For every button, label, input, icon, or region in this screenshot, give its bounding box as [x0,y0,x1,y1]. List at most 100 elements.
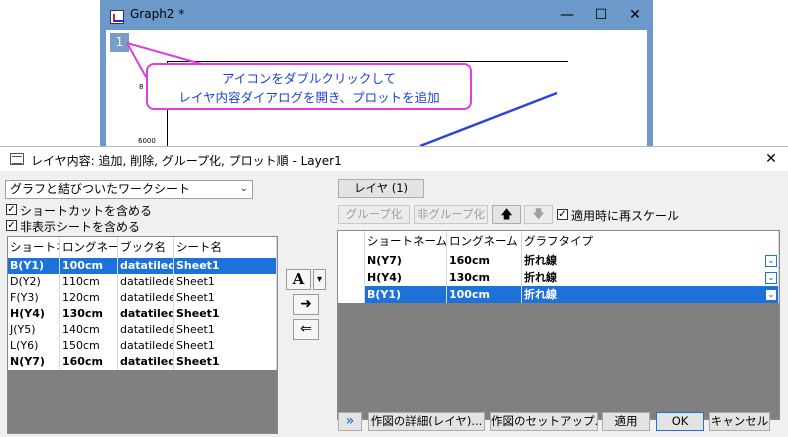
cell-short: H(Y4) [365,269,447,286]
cell-long: 130cm [447,269,522,286]
cell-sheet: Sheet1 [174,258,277,274]
table-row[interactable]: B(Y1) 100cm datatiled Sheet1 [8,258,277,274]
move-down-button[interactable]: 🡇 [524,205,553,224]
cell-sheet: Sheet1 [174,338,277,354]
callout: アイコンをダブルクリックして レイヤ内容ダイアログを開き、プロットを追加 [146,63,472,110]
cell-book: datatilede [120,338,174,354]
plot-setup-button[interactable]: 作図のセットアップ... [490,412,598,431]
group-button[interactable]: グループ化 [338,205,410,224]
cell-sheet: Sheet1 [174,354,277,370]
table-row[interactable]: N(Y7) 160cm datatiled Sheet1 [8,354,277,370]
layer-tab[interactable]: レイヤ (1) [338,179,424,198]
chevron-down-icon: ⌄ [239,183,248,194]
cell-short: B(Y1) [8,258,60,274]
graph-type-dropdown-icon[interactable]: ⌄ [765,272,777,284]
cell-long: 130cm [60,306,118,322]
cell-short: N(Y7) [8,354,60,370]
table-row[interactable]: J(Y5) 140cm datatilede Sheet1 [8,322,277,338]
graph-type-dropdown-icon[interactable]: ⌄ [765,289,777,301]
cell-book: datatiled [120,258,174,274]
callout-pointer [126,42,206,66]
cell-long: 140cm [60,322,118,338]
include-hidden-label: 非表示シートを含める [20,220,141,234]
cancel-button[interactable]: キャンセル [709,412,770,431]
cell-short: D(Y2) [8,274,60,290]
cell-sheet: Sheet1 [174,290,277,306]
column-header-row-index [338,231,365,252]
plot-type-dropdown-button[interactable]: ▾ [313,269,326,290]
available-datasets-table: ショートネ ロングネーム ブック名 シート名 B(Y1) 100cm datat… [7,236,278,434]
cell-book: datatiled [120,306,174,322]
callout-line-1: アイコンをダブルクリックして [221,71,396,86]
dialog-title: レイヤ内容: 追加, 削除, グループ化, プロット順 - Layer1 [31,154,342,168]
include-shortcuts-label: ショートカットを含める [20,204,153,218]
apply-button[interactable]: 適用 [602,412,650,431]
cell-book: datatilede [120,274,174,290]
down-arrow-icon: 🡇 [532,207,545,221]
remove-plot-button[interactable]: ⇐ [293,319,319,340]
column-header-long-name[interactable]: ロングネーム [60,237,118,258]
dialog-title-bar[interactable]: レイヤ内容: 追加, 削除, グループ化, プロット順 - Layer1 ✕ [0,147,788,171]
cell-short: N(Y7) [365,252,447,269]
table-row[interactable]: H(Y4) 130cm datatiled Sheet1 [8,306,277,322]
cell-short: H(Y4) [8,306,60,322]
row-index-cell [338,286,365,303]
layer-contents-dialog: レイヤ内容: 追加, 削除, グループ化, プロット順 - Layer1 ✕ グ… [0,146,788,437]
rescale-on-apply-checkbox[interactable]: ✓ [557,209,568,220]
column-header-short-name[interactable]: ショートネ [8,237,60,258]
plot-type-button[interactable]: A [286,269,311,290]
callout-line-2: レイヤ内容ダイアログを開き、プロットを追加 [178,90,440,105]
include-hidden-checkbox[interactable]: ✓ [6,220,17,231]
cell-book: datatiled [120,354,174,370]
column-header-long-name[interactable]: ロングネーム [447,231,522,252]
up-arrow-icon: 🡅 [500,207,513,221]
move-up-button[interactable]: 🡅 [492,205,521,224]
cell-sheet: Sheet1 [174,322,277,338]
table-row[interactable]: H(Y4) 130cm 折れ線 ⌄ [338,269,779,286]
cell-long: 150cm [60,338,118,354]
table-row[interactable]: D(Y2) 110cm datatilede Sheet1 [8,274,277,290]
row-index-cell [338,252,365,269]
cell-long: 120cm [60,290,118,306]
table-header: ショートネ ロングネーム ブック名 シート名 [8,237,277,259]
source-select[interactable]: グラフと結びついたワークシート ⌄ [5,180,253,199]
dialog-close-button[interactable]: ✕ [758,149,784,169]
row-index-cell [338,269,365,286]
table-row[interactable]: B(Y1) 100cm 折れ線 ⌄ [338,286,779,303]
cell-long: 100cm [447,286,522,303]
table-row[interactable]: L(Y6) 150cm datatilede Sheet1 [8,338,277,354]
source-select-value: グラフと結びついたワークシート [10,182,191,196]
ungroup-button[interactable]: 非グループ化 [414,205,488,224]
column-header-book-name[interactable]: ブック名 [118,237,174,258]
table-row[interactable]: N(Y7) 160cm 折れ線 ⌄ [338,252,779,269]
layer-plots-table: ショートネーム ロングネーム グラフタイプ N(Y7) 160cm 折れ線 ⌄ … [337,230,780,420]
ok-button[interactable]: OK [656,412,704,431]
cell-short: B(Y1) [365,286,447,303]
cell-short: F(Y3) [8,290,60,306]
cell-sheet: Sheet1 [174,306,277,322]
cell-long: 100cm [60,258,118,274]
table-row[interactable]: F(Y3) 120cm datatilede Sheet1 [8,290,277,306]
cell-long: 110cm [60,274,118,290]
rescale-on-apply-label: 適用時に再スケール [571,209,680,223]
cell-graph-type: 折れ線 [522,269,779,286]
include-shortcuts-checkbox[interactable]: ✓ [6,204,17,215]
expand-button[interactable]: » [338,412,362,431]
cell-sheet: Sheet1 [174,274,277,290]
column-header-graph-type[interactable]: グラフタイプ [522,231,779,252]
graph-type-dropdown-icon[interactable]: ⌄ [765,255,777,267]
cell-short: L(Y6) [8,338,60,354]
add-plot-button[interactable]: ➜ [293,294,319,315]
cell-book: datatilede [120,322,174,338]
column-header-short-name[interactable]: ショートネーム [365,231,447,252]
dialog-icon [10,153,24,165]
cell-book: datatilede [120,290,174,306]
cell-long: 160cm [447,252,522,269]
cell-graph-type: 折れ線 [522,286,779,303]
cell-graph-type: 折れ線 [522,252,779,269]
cell-long: 160cm [60,354,118,370]
column-header-sheet-name[interactable]: シート名 [174,237,277,258]
table-header: ショートネーム ロングネーム グラフタイプ [338,231,779,253]
cell-short: J(Y5) [8,322,60,338]
plot-details-button[interactable]: 作図の詳細(レイヤ)... [368,412,485,431]
